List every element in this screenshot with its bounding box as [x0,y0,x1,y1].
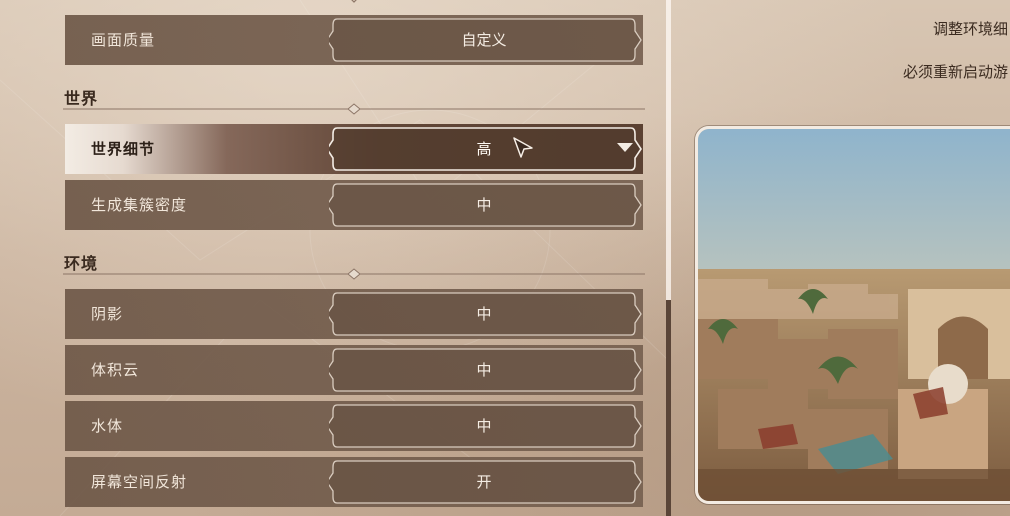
ssr-label: 屏幕空间反射 [91,473,188,491]
world-detail-value: 高 [476,140,492,158]
shadows-value: 中 [476,305,492,323]
world-detail-row[interactable]: 世界细节 高 [65,124,643,174]
cluster-density-selector[interactable]: 中 [329,180,643,230]
section-divider-world [63,103,645,115]
top-divider [351,0,357,3]
volumetric-clouds-row[interactable]: 体积云 中 [65,345,643,395]
ssr-row[interactable]: 屏幕空间反射 开 [65,457,643,507]
volumetric-clouds-label: 体积云 [91,361,140,379]
water-value: 中 [476,417,492,435]
mouse-cursor-icon [513,137,533,158]
settings-panel: 画面质量 自定义 世界 世界细节 高 生成集簇密度 中 环境 阴影 中 体积云 … [0,0,668,516]
world-detail-dropdown[interactable]: 高 [329,124,643,174]
cluster-density-row[interactable]: 生成集簇密度 中 [65,180,643,230]
section-divider-environment [63,268,645,280]
cluster-density-value: 中 [476,196,492,214]
city-preview-illustration [698,129,1010,501]
graphics-quality-label: 画面质量 [91,31,156,49]
shadows-row[interactable]: 阴影 中 [65,289,643,339]
preview-image [695,126,1010,504]
water-row[interactable]: 水体 中 [65,401,643,451]
info-description-line1: 调整环境细 [932,20,1008,38]
shadows-label: 阴影 [91,305,124,323]
graphics-quality-row[interactable]: 画面质量 自定义 [65,15,643,65]
volumetric-clouds-selector[interactable]: 中 [329,345,643,395]
volumetric-clouds-value: 中 [476,361,492,379]
graphics-quality-value: 自定义 [461,31,507,49]
water-selector[interactable]: 中 [329,401,643,451]
scrollbar-thumb[interactable] [666,300,671,516]
info-description-line2: 必须重新启动游 [902,63,1008,81]
graphics-quality-selector[interactable]: 自定义 [329,15,643,65]
ssr-value: 开 [476,473,492,491]
dropdown-arrow-icon[interactable] [617,143,633,152]
world-detail-label: 世界细节 [91,140,156,158]
cluster-density-label: 生成集簇密度 [91,196,188,214]
shadows-selector[interactable]: 中 [329,289,643,339]
water-label: 水体 [91,417,124,435]
ssr-selector[interactable]: 开 [329,457,643,507]
